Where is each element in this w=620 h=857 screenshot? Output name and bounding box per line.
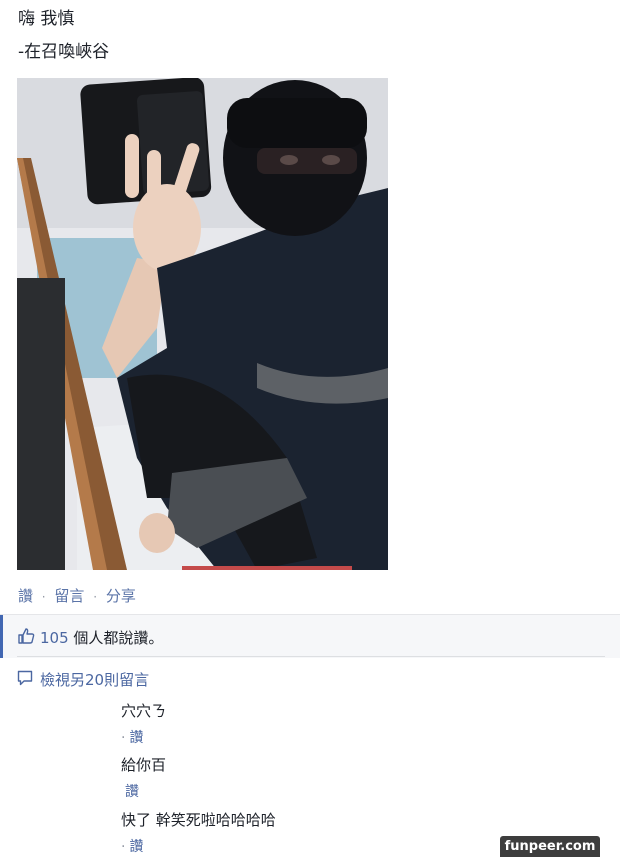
comment-item: 快了 幹笑死啦哈哈哈哈 · 讚 bbox=[121, 809, 276, 856]
mirror-selfie-photo bbox=[17, 78, 388, 570]
likes-suffix: 個人都說讚。 bbox=[68, 629, 164, 647]
watermark: funpeer.com bbox=[500, 836, 600, 857]
likes-count-link[interactable]: 105 bbox=[40, 629, 69, 647]
comment-text: 快了 幹笑死啦哈哈哈哈 bbox=[121, 811, 276, 829]
comment-like-link[interactable]: 讚 bbox=[129, 730, 143, 746]
comment-link[interactable]: 留言 bbox=[54, 587, 84, 605]
likes-text: 105 個人都說讚。 bbox=[40, 627, 163, 648]
separator-dot: · bbox=[93, 590, 98, 604]
likes-summary-bar: 105 個人都說讚。 bbox=[0, 614, 620, 658]
view-more-label[interactable]: 檢視另20則留言 bbox=[40, 669, 149, 690]
post-text-line-2: -在召喚峽谷 bbox=[18, 42, 110, 62]
share-link[interactable]: 分享 bbox=[106, 587, 136, 605]
separator-dot: · bbox=[121, 730, 126, 746]
like-link[interactable]: 讚 bbox=[18, 587, 33, 605]
comment-text: 給你百 bbox=[121, 756, 167, 774]
comment-like-link[interactable]: 讚 bbox=[129, 839, 143, 855]
separator-dot: · bbox=[41, 590, 46, 604]
redacted-avatars bbox=[13, 692, 117, 857]
divider bbox=[17, 656, 605, 657]
comment-item: 穴穴ㄋ · 讚 bbox=[121, 700, 166, 747]
post-actions: 讚 · 留言 · 分享 bbox=[18, 585, 136, 606]
likes-accent-bar bbox=[0, 615, 3, 658]
comment-text: 穴穴ㄋ bbox=[121, 702, 167, 720]
separator-dot: · bbox=[121, 839, 126, 855]
thumbs-up-icon bbox=[18, 628, 35, 644]
post-photo[interactable] bbox=[17, 78, 388, 570]
comment-bubble-icon bbox=[17, 670, 33, 686]
comment-like-link[interactable]: 讚 bbox=[125, 784, 139, 800]
comment-item: 給你百 讚 bbox=[121, 754, 166, 801]
post-text-line-1: 嗨 我慎 bbox=[18, 9, 75, 29]
